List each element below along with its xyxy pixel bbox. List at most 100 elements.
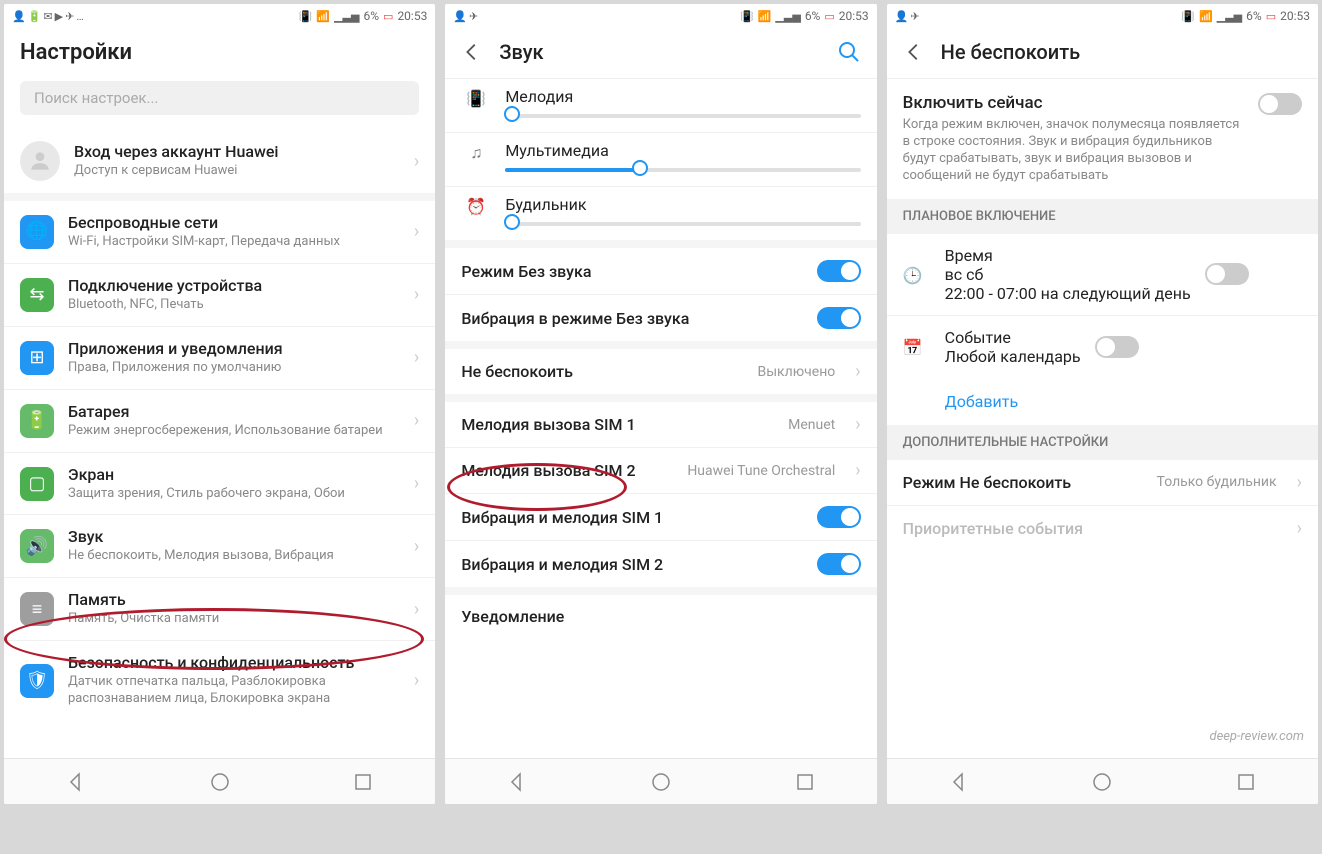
account-title: Вход через аккаунт Huawei — [74, 142, 394, 161]
slider-track[interactable] — [505, 114, 860, 118]
chevron-right-icon: › — [855, 361, 860, 382]
chevron-right-icon: › — [414, 670, 419, 691]
vibe-sim1[interactable]: Вибрация и мелодия SIM 1 — [445, 493, 876, 540]
slider-track[interactable] — [505, 222, 860, 226]
phone-settings: 👤 🔋 ✉ ▶ ✈ … 📳 📶 ▁▃▅ 6% ▭ 20:53 Настройки… — [4, 4, 435, 804]
nav-home-button[interactable] — [1090, 770, 1114, 794]
toggle-switch[interactable] — [1258, 93, 1302, 115]
vibrate-icon: 📳 — [740, 10, 754, 23]
status-time: 20:53 — [1280, 9, 1310, 23]
status-bar: 👤 ✈ 📳 📶 ▁▃▅ 6% ▭ 20:53 — [887, 4, 1318, 28]
toggle-switch[interactable] — [817, 307, 861, 329]
slider-track[interactable] — [505, 168, 860, 172]
memory-icon: ≡ — [20, 592, 54, 626]
toggle-vibrate-silent[interactable]: Вибрация в режиме Без звука — [445, 294, 876, 341]
item-title: Безопасность и конфиденциальность — [68, 653, 394, 672]
status-icon: ✉ — [43, 10, 52, 23]
nav-recent-button[interactable] — [351, 770, 375, 794]
back-arrow-icon[interactable] — [903, 41, 925, 63]
dnd-row[interactable]: Не беспокоить Выключено › — [445, 349, 876, 394]
slider-media[interactable]: ♫ Мультимедиа — [445, 132, 876, 186]
section-scheduled: ПЛАНОВОЕ ВКЛЮЧЕНИЕ — [887, 199, 1318, 234]
item-subtitle: Не беспокоить, Мелодия вызова, Вибрация — [68, 548, 394, 565]
chevron-right-icon: › — [414, 536, 419, 557]
item-subtitle: Wi-Fi, Настройки SIM-карт, Передача данн… — [68, 234, 394, 251]
item-subtitle: Bluetooth, NFC, Печать — [68, 297, 394, 314]
item-title: Приложения и уведомления — [68, 339, 394, 358]
phone-dnd: 👤 ✈ 📳 📶 ▁▃▅ 6% ▭ 20:53 Не беспокоить Вкл… — [887, 4, 1318, 804]
row-range: 22:00 - 07:00 на следующий день — [945, 284, 1191, 303]
nav-back-button[interactable] — [64, 770, 88, 794]
settings-item-security[interactable]: 🛡 Безопасность и конфиденциальность Датч… — [4, 640, 435, 720]
vibrate-icon: 📳 — [299, 10, 313, 23]
battery-icon: ▭ — [383, 10, 393, 23]
settings-item-memory[interactable]: ≡ Память Память, Очистка памяти › — [4, 577, 435, 640]
status-icon: 👤 — [453, 10, 467, 23]
account-row[interactable]: Вход через аккаунт Huawei Доступ к серви… — [4, 129, 435, 193]
add-label: Добавить — [945, 392, 1018, 411]
nav-recent-button[interactable] — [793, 770, 817, 794]
header-bar: Звук — [445, 28, 876, 79]
toggle-switch[interactable] — [817, 506, 861, 528]
row-label: Вибрация и мелодия SIM 1 — [461, 508, 802, 527]
settings-item-wireless[interactable]: 🌐 Беспроводные сети Wi-Fi, Настройки SIM… — [4, 201, 435, 263]
toggle-switch[interactable] — [1095, 336, 1139, 358]
account-subtitle: Доступ к сервисам Huawei — [74, 163, 394, 180]
row-label: Режим Не беспокоить — [903, 473, 1143, 492]
shield-icon: 🛡 — [20, 664, 54, 698]
alarm-icon: ⏰ — [461, 195, 491, 216]
chevron-right-icon: › — [414, 151, 419, 172]
ringtone-sim2[interactable]: Мелодия вызова SIM 2 Huawei Tune Orchest… — [445, 447, 876, 493]
settings-item-apps[interactable]: ⊞ Приложения и уведомления Права, Прилож… — [4, 326, 435, 389]
row-title: Время — [945, 246, 1191, 265]
search-input[interactable]: Поиск настроек... — [20, 81, 419, 115]
page-title: Настройки — [20, 40, 132, 65]
settings-item-sound[interactable]: 🔊 Звук Не беспокоить, Мелодия вызова, Ви… — [4, 514, 435, 577]
search-icon[interactable] — [837, 40, 861, 64]
chevron-right-icon: › — [414, 410, 419, 431]
slider-ringtone[interactable]: 📳 Мелодия — [445, 79, 876, 132]
nav-back-button[interactable] — [947, 770, 971, 794]
status-time: 20:53 — [397, 9, 427, 23]
calendar-icon: 📅 — [903, 336, 931, 357]
chevron-right-icon: › — [855, 460, 860, 481]
enable-now-row[interactable]: Включить сейчас Когда режим включен, зна… — [887, 79, 1318, 199]
add-link[interactable]: Добавить — [887, 378, 1318, 425]
settings-item-battery[interactable]: 🔋 Батарея Режим энергосбережения, Исполь… — [4, 389, 435, 452]
toggle-switch[interactable] — [817, 260, 861, 282]
toggle-switch[interactable] — [1205, 263, 1249, 285]
status-bar: 👤 ✈ 📳 📶 ▁▃▅ 6% ▭ 20:53 — [445, 4, 876, 28]
vibe-sim2[interactable]: Вибрация и мелодия SIM 2 — [445, 540, 876, 587]
battery-pct: 6% — [363, 9, 379, 23]
music-icon: ♫ — [461, 141, 491, 163]
schedule-event-row[interactable]: 📅 Событие Любой календарь — [887, 315, 1318, 378]
row-value: Только будильник — [1157, 474, 1277, 490]
priority-events-row[interactable]: Приоритетные события › — [887, 505, 1318, 551]
nav-recent-button[interactable] — [1234, 770, 1258, 794]
status-icon: ✈ — [65, 10, 74, 23]
battery-pct: 6% — [1246, 9, 1262, 23]
status-icon: 🔋 — [28, 10, 42, 23]
settings-item-device[interactable]: ⇆ Подключение устройства Bluetooth, NFC,… — [4, 263, 435, 326]
dnd-mode-row[interactable]: Режим Не беспокоить Только будильник › — [887, 460, 1318, 505]
nav-home-button[interactable] — [208, 770, 232, 794]
schedule-time-row[interactable]: 🕒 Время вс сб 22:00 - 07:00 на следующий… — [887, 234, 1318, 315]
back-arrow-icon[interactable] — [461, 41, 483, 63]
notification-row[interactable]: Уведомление — [445, 595, 876, 638]
enable-desc: Когда режим включен, значок полумесяца п… — [903, 117, 1246, 185]
battery-icon: ▭ — [824, 10, 834, 23]
toggle-silent[interactable]: Режим Без звука — [445, 248, 876, 294]
slider-label: Будильник — [505, 195, 860, 214]
nav-back-button[interactable] — [505, 770, 529, 794]
phone-sound: 👤 ✈ 📳 📶 ▁▃▅ 6% ▭ 20:53 Звук 📳 Мелодия — [445, 4, 876, 804]
ringtone-sim1[interactable]: Мелодия вызова SIM 1 Menuet › — [445, 402, 876, 447]
section-additional: ДОПОЛНИТЕЛЬНЫЕ НАСТРОЙКИ — [887, 425, 1318, 460]
item-title: Звук — [68, 527, 394, 546]
nav-home-button[interactable] — [649, 770, 673, 794]
toggle-switch[interactable] — [817, 553, 861, 575]
item-title: Память — [68, 590, 394, 609]
screen-icon: ▢ — [20, 467, 54, 501]
settings-item-screen[interactable]: ▢ Экран Защита зрения, Стиль рабочего эк… — [4, 452, 435, 515]
slider-alarm[interactable]: ⏰ Будильник — [445, 186, 876, 240]
wifi-icon: 🌐 — [20, 215, 54, 249]
